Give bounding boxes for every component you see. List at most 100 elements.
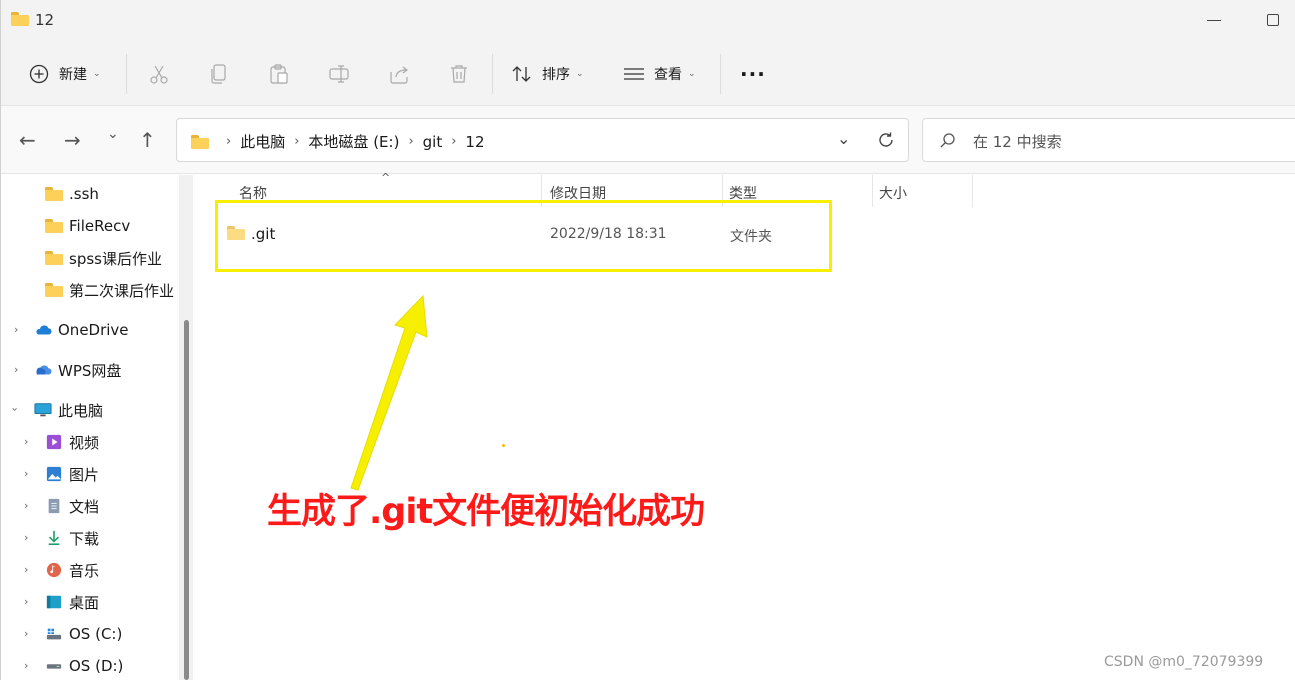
forward-arrow-icon[interactable]: → <box>64 128 81 152</box>
column-header-size[interactable]: 大小 <box>879 175 907 207</box>
sidebar-item-desktop[interactable]: 桌面 <box>45 588 99 616</box>
folder-icon <box>11 12 29 26</box>
sidebar-item-wps-cloud[interactable]: WPS网盘 <box>34 356 121 384</box>
annotation-arrow <box>350 294 428 491</box>
collapse-chevron-icon[interactable]: › <box>9 407 22 411</box>
sidebar-item-os-d[interactable]: OS (D:) <box>45 652 123 680</box>
expand-chevron-icon[interactable]: › <box>24 627 28 640</box>
sidebar-item-downloads[interactable]: 下载 <box>45 524 99 552</box>
copy-icon <box>211 64 226 84</box>
toolbar-divider <box>720 54 721 94</box>
expand-chevron-icon[interactable]: › <box>24 467 28 480</box>
sidebar-item-this-pc[interactable]: 此电脑 <box>34 396 103 424</box>
expand-chevron-icon[interactable]: › <box>14 323 18 336</box>
chevron-right-icon[interactable]: › <box>226 134 231 149</box>
breadcrumb: › 此电脑 › 本地磁盘 (E:) › git › 12 <box>191 131 485 152</box>
sidebar-item-pictures[interactable]: 图片 <box>45 460 99 488</box>
folder-icon <box>191 134 209 149</box>
cut-button[interactable] <box>148 56 170 92</box>
sidebar-item-ssh[interactable]: .ssh <box>45 180 99 208</box>
share-button[interactable] <box>388 56 410 92</box>
expand-chevron-icon[interactable]: › <box>24 595 28 608</box>
breadcrumb-item-12[interactable]: 12 <box>465 133 484 151</box>
trash-icon <box>451 65 467 83</box>
sidebar-item-label: 音乐 <box>69 561 100 580</box>
annotation-highlight-box <box>215 200 832 272</box>
sidebar-item-videos[interactable]: 视频 <box>45 428 99 456</box>
expand-chevron-icon[interactable]: › <box>24 659 28 672</box>
sidebar-item-label: OS (C:) <box>69 625 123 643</box>
watermark: CSDN @m0_72079399 <box>1104 654 1264 670</box>
sidebar-item-label: 图片 <box>69 465 100 484</box>
wps-cloud-icon <box>36 365 52 375</box>
maximize-button[interactable] <box>1267 14 1279 26</box>
breadcrumb-item-git[interactable]: git <box>423 133 443 151</box>
drive-icon <box>46 628 62 640</box>
sidebar-item-label: spss课后作业 <box>69 249 162 268</box>
sidebar-item-label: 此电脑 <box>58 401 104 420</box>
chevron-right-icon[interactable]: › <box>408 134 413 149</box>
expand-chevron-icon[interactable]: › <box>24 531 28 544</box>
title-bar: 12 <box>1 0 1295 42</box>
sidebar-item-onedrive[interactable]: OneDrive <box>34 316 129 344</box>
rename-button[interactable] <box>328 56 350 92</box>
chevron-right-icon[interactable]: › <box>451 134 456 149</box>
chevron-down-icon: ⌄ <box>688 69 696 79</box>
download-icon <box>48 530 60 546</box>
search-placeholder: 在 12 中搜索 <box>973 133 1062 151</box>
new-label: 新建 <box>59 67 87 83</box>
desktop-icon <box>46 595 62 609</box>
video-icon <box>46 434 62 450</box>
address-dropdown-chevron-icon[interactable]: ⌄ <box>837 129 850 148</box>
back-arrow-icon[interactable]: ← <box>19 128 36 152</box>
sort-label: 排序 <box>542 67 570 83</box>
new-button[interactable]: 新建 ⌄ <box>29 56 101 92</box>
sidebar-item-music[interactable]: 音乐 <box>45 556 99 584</box>
picture-icon <box>46 466 62 482</box>
more-options-button[interactable]: ··· <box>740 56 766 92</box>
search-icon <box>940 133 955 148</box>
sidebar-item-label: 视频 <box>69 433 100 452</box>
breadcrumb-item-this-pc[interactable]: 此电脑 <box>240 131 285 152</box>
refresh-icon[interactable] <box>877 131 895 149</box>
sidebar-item-documents[interactable]: 文档 <box>45 492 99 520</box>
sidebar-item-label: 下载 <box>69 529 100 548</box>
more-label: ··· <box>740 62 766 86</box>
pc-icon <box>34 403 52 417</box>
expand-chevron-icon[interactable]: › <box>24 499 28 512</box>
address-row: ← → ⌄ ↑ › 此电脑 › 本地磁盘 (E:) › git › 12 ⌄ 在… <box>1 106 1295 174</box>
sidebar-scroll-thumb[interactable] <box>184 320 189 680</box>
sidebar-item-label: OS (D:) <box>69 657 124 675</box>
sort-button[interactable]: 排序 ⌄ <box>511 56 584 92</box>
recent-locations-chevron-icon[interactable]: ⌄ <box>107 126 119 142</box>
sort-icon <box>512 66 531 82</box>
up-arrow-icon[interactable]: ↑ <box>139 128 156 152</box>
sidebar-item-second-homework[interactable]: 第二次课后作业 <box>45 276 174 304</box>
annotation-text: 生成了.git文件便初始化成功 <box>267 492 705 532</box>
breadcrumb-item-local-disk-e[interactable]: 本地磁盘 (E:) <box>308 131 399 152</box>
minimize-button[interactable] <box>1207 20 1221 21</box>
sidebar-item-spss-homework[interactable]: spss课后作业 <box>45 244 162 272</box>
sidebar-item-os-c[interactable]: OS (C:) <box>45 620 122 648</box>
sidebar-item-label: OneDrive <box>58 321 129 339</box>
view-list-icon <box>624 68 644 80</box>
expand-chevron-icon[interactable]: › <box>14 363 18 376</box>
column-divider[interactable] <box>872 175 873 207</box>
expand-chevron-icon[interactable]: › <box>24 435 28 448</box>
view-button[interactable]: 查看 ⌄ <box>623 56 696 92</box>
navigation-pane: .ssh FileRecv spss课后作业 第二次课后作业 › OneDriv… <box>1 175 191 680</box>
toolbar-divider <box>492 54 493 94</box>
chevron-right-icon[interactable]: › <box>294 134 299 149</box>
folder-icon <box>45 283 63 297</box>
sort-ascending-icon: ^ <box>381 171 391 184</box>
paste-button[interactable] <box>268 56 290 92</box>
address-bar[interactable]: › 此电脑 › 本地磁盘 (E:) › git › 12 ⌄ <box>176 118 909 162</box>
search-box[interactable]: 在 12 中搜索 <box>922 118 1295 162</box>
folder-icon <box>45 251 63 265</box>
sidebar-item-filerecv[interactable]: FileRecv <box>45 212 130 240</box>
copy-button[interactable] <box>208 56 230 92</box>
column-divider[interactable] <box>972 175 973 207</box>
expand-chevron-icon[interactable]: › <box>24 563 28 576</box>
toolbar-divider <box>126 54 127 94</box>
delete-button[interactable] <box>448 56 470 92</box>
